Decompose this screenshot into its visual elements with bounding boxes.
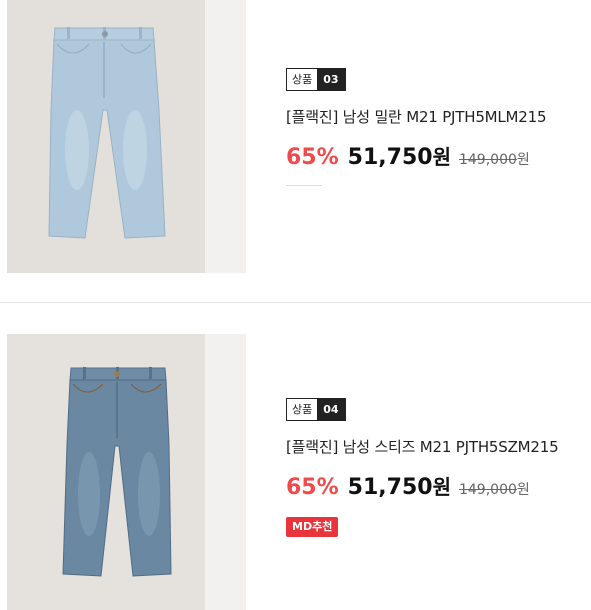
original-price: 149,000: [458, 152, 517, 168]
rank-badge: 상품 04: [286, 398, 346, 421]
sale-price: 51,750: [347, 475, 433, 500]
product-card[interactable]: 상품 03 [플랙진] 남성 밀란 M21 PJTH5MLM215 65% 51…: [0, 0, 591, 273]
sale-currency: 원: [432, 475, 451, 499]
original-price: 149,000: [458, 482, 517, 498]
light-wash-jeans-image: [48, 27, 166, 239]
price-row: 65% 51,750 원 149,000 원: [286, 141, 546, 170]
md-recommend-badge: MD추천: [286, 517, 339, 537]
divider: [0, 302, 591, 303]
rank-badge: 상품 03: [286, 68, 346, 91]
original-currency: 원: [516, 482, 530, 498]
product-info: 상품 04 [플랙진] 남성 스티즈 M21 PJTH5SZM215 65% 5…: [286, 398, 559, 537]
sale-price: 51,750: [347, 145, 433, 170]
sale-currency: 원: [432, 145, 451, 169]
product-image[interactable]: [7, 0, 246, 273]
product-card[interactable]: 상품 04 [플랙진] 남성 스티즈 M21 PJTH5SZM215 65% 5…: [0, 334, 591, 610]
rank-number: 04: [317, 399, 345, 420]
product-list: 상품 03 [플랙진] 남성 밀란 M21 PJTH5MLM215 65% 51…: [0, 0, 591, 610]
product-info: 상품 03 [플랙진] 남성 밀란 M21 PJTH5MLM215 65% 51…: [286, 68, 547, 186]
discount-rate: 65%: [286, 145, 339, 170]
rank-label: 상품: [287, 69, 318, 90]
product-name[interactable]: [플랙진] 남성 스티즈 M21 PJTH5SZM215: [286, 436, 559, 457]
medium-wash-jeans-image: [62, 367, 172, 577]
price-row: 65% 51,750 원 149,000 원: [286, 471, 558, 500]
product-image[interactable]: [7, 334, 246, 610]
product-name[interactable]: [플랙진] 남성 밀란 M21 PJTH5MLM215: [286, 106, 547, 127]
rank-number: 03: [317, 69, 345, 90]
original-currency: 원: [516, 152, 530, 168]
rank-label: 상품: [287, 399, 318, 420]
separator-line: [286, 185, 322, 186]
discount-rate: 65%: [286, 475, 339, 500]
